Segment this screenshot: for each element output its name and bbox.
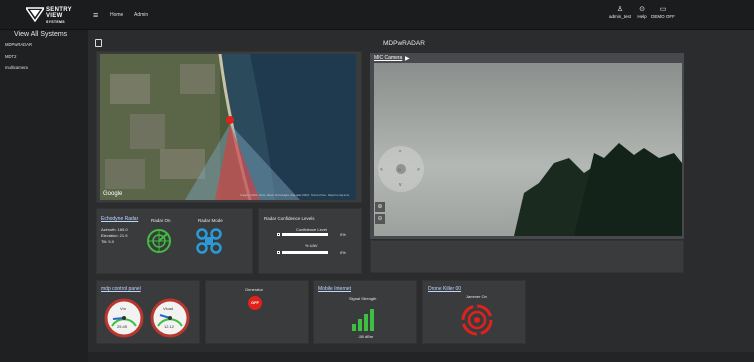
radar-elevation: Elevation: 21.9 [101, 233, 128, 238]
shield-logo-icon [26, 7, 44, 22]
uav-label: % UAV [305, 243, 318, 248]
mobile-internet-title[interactable]: Mobile Internet [318, 286, 351, 292]
vload-gauge-label: Vload [163, 306, 174, 311]
zoom-in-icon[interactable]: ⊕ [375, 202, 385, 212]
signal-bars-icon [352, 309, 374, 331]
ptz-down-icon[interactable]: v [399, 182, 402, 188]
ptz-home-icon[interactable]: ⌂ [398, 167, 401, 173]
page-title: MDPwRADAR [383, 40, 425, 47]
jammer-status: Jammer On [466, 294, 487, 299]
drone-killer-title[interactable]: Drone Killer 00 [428, 286, 461, 292]
jammer-target-icon[interactable] [460, 303, 494, 337]
footer [88, 352, 754, 362]
vm-gauge-label: Vm [120, 306, 126, 311]
zoom-out-icon[interactable]: ⊖ [375, 214, 385, 224]
confidence-indicator [277, 233, 280, 236]
sidebar [0, 30, 88, 362]
vload-gauge [150, 298, 190, 338]
satellite-map[interactable]: Google Imagery ©2024, Airbus, Maxar Tech… [100, 54, 356, 200]
camera-label[interactable]: MIC Camera [374, 55, 402, 61]
signal-strength-label: Signal Strength [349, 296, 377, 301]
nav-home-link[interactable]: Home [110, 12, 123, 18]
map-imagery [100, 54, 356, 200]
uav-percent: 0% [340, 250, 346, 255]
vm-gauge-value: 25.45 [117, 324, 128, 329]
monitor-icon: ▭ [659, 6, 667, 13]
confidence-bar [282, 233, 328, 236]
notes-icon[interactable] [95, 39, 102, 47]
radar-on-icon[interactable] [146, 228, 172, 254]
radar-tilt: Tilt: 5.0 [101, 239, 114, 244]
nav-admin-link[interactable]: Admin [134, 12, 148, 18]
sidebar-title[interactable]: View All Systems [14, 31, 67, 38]
ptz-left-icon[interactable]: < [380, 167, 383, 173]
confidence-title: Radar Confidence Levels [264, 216, 315, 221]
confidence-percent: 0% [340, 232, 346, 237]
camera-controls-strip [370, 240, 684, 273]
vload-gauge-value: 12.12 [164, 324, 175, 329]
camera-feed[interactable] [374, 63, 682, 236]
signal-dbm: -58 dBm [358, 334, 374, 339]
radar-title[interactable]: Echodyne Radar [101, 216, 138, 222]
confidence-level-label: Confidence Level [296, 227, 327, 232]
ptz-right-icon[interactable]: > [417, 167, 420, 173]
brand-line-3: SYSTEMS [46, 20, 65, 24]
radar-mode-label: Radar Mode [198, 218, 223, 223]
demo-label: DEMO OFF [651, 14, 675, 19]
google-attribution: Google [103, 191, 123, 197]
ptz-up-icon[interactable]: ^ [399, 150, 401, 156]
radar-on-label: Radar On [151, 218, 171, 223]
generator-title: Generator [245, 287, 264, 292]
vm-gauge [104, 298, 144, 338]
uav-indicator [277, 251, 280, 254]
mdp-title[interactable]: mdp control panel [101, 286, 141, 292]
menu-toggle-icon[interactable]: ≡ [93, 10, 98, 20]
sidebar-item-multicamera[interactable]: multicamera [5, 65, 28, 70]
drone-mode-icon[interactable] [196, 228, 222, 254]
help-label: Help [637, 14, 647, 19]
camera-image [374, 63, 682, 236]
brand-logo[interactable]: SENTRY VIEW SYSTEMS [26, 4, 88, 26]
radar-azimuth: Azimuth: 165.0 [101, 227, 128, 232]
brand-line-2: VIEW [46, 13, 63, 19]
sidebar-item-mdt2[interactable]: MDT2 [5, 54, 16, 59]
map-attribution[interactable]: Imagery ©2024, Airbus, Maxar Technologie… [240, 194, 355, 197]
uav-bar [282, 251, 328, 254]
play-icon[interactable]: ▶ [405, 55, 410, 62]
sidebar-item-mdpwradar[interactable]: MDPwRADAR [5, 42, 32, 47]
demo-toggle[interactable]: ▭ DEMO OFF [648, 6, 678, 19]
generator-off-button[interactable]: OFF [248, 296, 262, 310]
